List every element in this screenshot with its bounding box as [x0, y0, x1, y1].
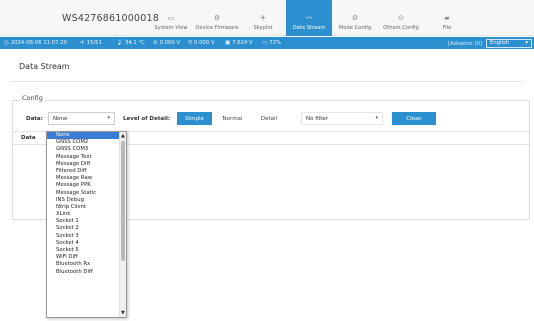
nav-label: Mode Config — [338, 25, 372, 31]
dropdown-option[interactable]: Bluetooth Rx — [47, 261, 126, 268]
dropdown-option[interactable]: Socket 2 — [47, 225, 126, 232]
clean-button[interactable]: Clean — [392, 112, 436, 125]
detail-normal-button[interactable]: Normal — [215, 112, 250, 125]
satellite-icon: ✈ — [80, 39, 85, 46]
gear-icon: ⚙ — [213, 14, 221, 22]
nav-device-firmware[interactable]: ⚙ Device Firmware — [194, 0, 240, 36]
config-icon: ⊙ — [398, 14, 404, 22]
folder-icon: ▰ — [444, 14, 450, 22]
dropdown-option[interactable]: Bluetooth Diff — [47, 269, 126, 276]
dropdown-option[interactable]: GNSS COM3 — [47, 146, 126, 153]
nav-skyplot[interactable]: ✈ Skyplot — [240, 0, 286, 36]
satellite-icon: ✈ — [260, 14, 266, 22]
language-select[interactable]: English ▾ — [486, 38, 532, 48]
status-voltage-2: ⚲ 0.000 V — [188, 39, 215, 46]
battery-voltage-icon: ▣ — [225, 39, 231, 46]
power-icon: ⊘ — [153, 39, 158, 46]
detail-detail-button[interactable]: Detail — [253, 112, 285, 125]
advance-ui-link[interactable]: [Advance UI] — [448, 41, 482, 47]
status-datetime: ◷ 2024-08-06 11:07:20 — [4, 39, 68, 46]
dropdown-option[interactable]: GNSS COM2 — [47, 139, 126, 146]
dropdown-option[interactable]: Message Diff — [47, 161, 126, 168]
chevron-down-icon: ▾ — [375, 115, 378, 121]
dropdown-option[interactable]: INS Debug — [47, 197, 126, 204]
dropdown-option[interactable]: WiFi Diff — [47, 254, 126, 261]
status-battery: ▭ 72% — [262, 39, 281, 46]
filter-select[interactable]: No filter ▾ — [301, 112, 383, 125]
dropdown-option[interactable]: Socket 4 — [47, 240, 126, 247]
dropdown-option[interactable]: Message PPK — [47, 182, 126, 189]
dropdown-option[interactable]: Socket 3 — [47, 233, 126, 240]
dropdown-option[interactable]: Ntrip Client — [47, 204, 126, 211]
device-serial: WS4276861000018 — [62, 13, 159, 24]
detail-simple-button[interactable]: Simple — [177, 112, 212, 125]
battery-icon: ▭ — [262, 39, 268, 46]
status-voltage-1: ⊘ 0.000 V — [153, 39, 181, 46]
nav-file[interactable]: ▰ File — [424, 0, 470, 36]
nav-system-view[interactable]: ▭ System View — [148, 0, 194, 36]
dropdown-option[interactable]: Socket 5 — [47, 247, 126, 254]
nav-label: System View — [154, 25, 188, 31]
nav-label: Others Config — [383, 25, 419, 31]
clock-icon: ◷ — [4, 39, 9, 46]
status-bar: ◷ 2024-08-06 11:07:20 ✈ 15/51 🌡 34.1 °C ⊘ 0.… — [0, 37, 534, 49]
data-column-header: Data — [21, 135, 36, 141]
dropdown-option[interactable]: Filtered Diff — [47, 168, 126, 175]
chevron-down-icon: ▾ — [107, 115, 110, 121]
status-satellites: ✈ 15/51 — [80, 39, 102, 46]
nav-label: Device Firmware — [195, 25, 239, 31]
dropdown-option[interactable]: Message Text — [47, 154, 126, 161]
dropdown-option[interactable]: Message Static — [47, 190, 126, 197]
scroll-down-arrow-icon[interactable]: ▼ — [121, 310, 125, 316]
status-temperature: 🌡 34.1 °C — [116, 39, 145, 46]
scroll-up-arrow-icon[interactable]: ▲ — [121, 133, 125, 139]
nav-label: Data Stream — [292, 25, 326, 31]
dropdown-scrollbar[interactable]: ▲ ▼ — [119, 132, 126, 317]
nav-label: Skyplot — [253, 25, 273, 31]
title-divider — [10, 81, 522, 82]
app-header: WS4276861000018 ▭ System View ⚙ Device Firm… — [0, 0, 534, 36]
plug-icon: ⚲ — [188, 39, 193, 46]
scrollbar-thumb[interactable] — [121, 141, 125, 261]
nav-mode-config[interactable]: ⚙ Mode Config — [332, 0, 378, 36]
dropdown-option[interactable]: None — [47, 132, 126, 140]
level-of-detail-label: Level of Detail: — [123, 116, 171, 122]
nav-others-config[interactable]: ⊙ Others Config — [378, 0, 424, 36]
thermometer-icon: 🌡 — [116, 39, 123, 46]
monitor-icon: ▭ — [167, 14, 175, 22]
nav-data-stream[interactable]: 〰 Data Stream — [286, 0, 332, 36]
data-dropdown-list[interactable]: None GNSS COM2 GNSS COM3 Message Text Messag… — [46, 131, 127, 318]
nav-label: File — [442, 25, 452, 31]
config-legend: Config — [20, 94, 45, 102]
dropdown-options: None GNSS COM2 GNSS COM3 Message Text Messag… — [47, 132, 126, 276]
dropdown-option[interactable]: XLink — [47, 211, 126, 218]
stream-icon: 〰 — [305, 14, 313, 22]
data-select[interactable]: None ▾ — [48, 112, 115, 125]
chevron-down-icon: ▾ — [525, 40, 528, 46]
mode-icon: ⚙ — [351, 14, 359, 22]
data-label: Data: — [26, 116, 43, 122]
status-voltage-3: ▣ 7.624 V — [225, 39, 253, 46]
dropdown-option[interactable]: Socket 1 — [47, 218, 126, 225]
dropdown-option[interactable]: Message Raw — [47, 175, 126, 182]
main-nav: ▭ System View ⚙ Device Firmware ✈ Skyplot 〰 Dat… — [148, 0, 470, 36]
page-title: Data Stream — [19, 62, 70, 71]
